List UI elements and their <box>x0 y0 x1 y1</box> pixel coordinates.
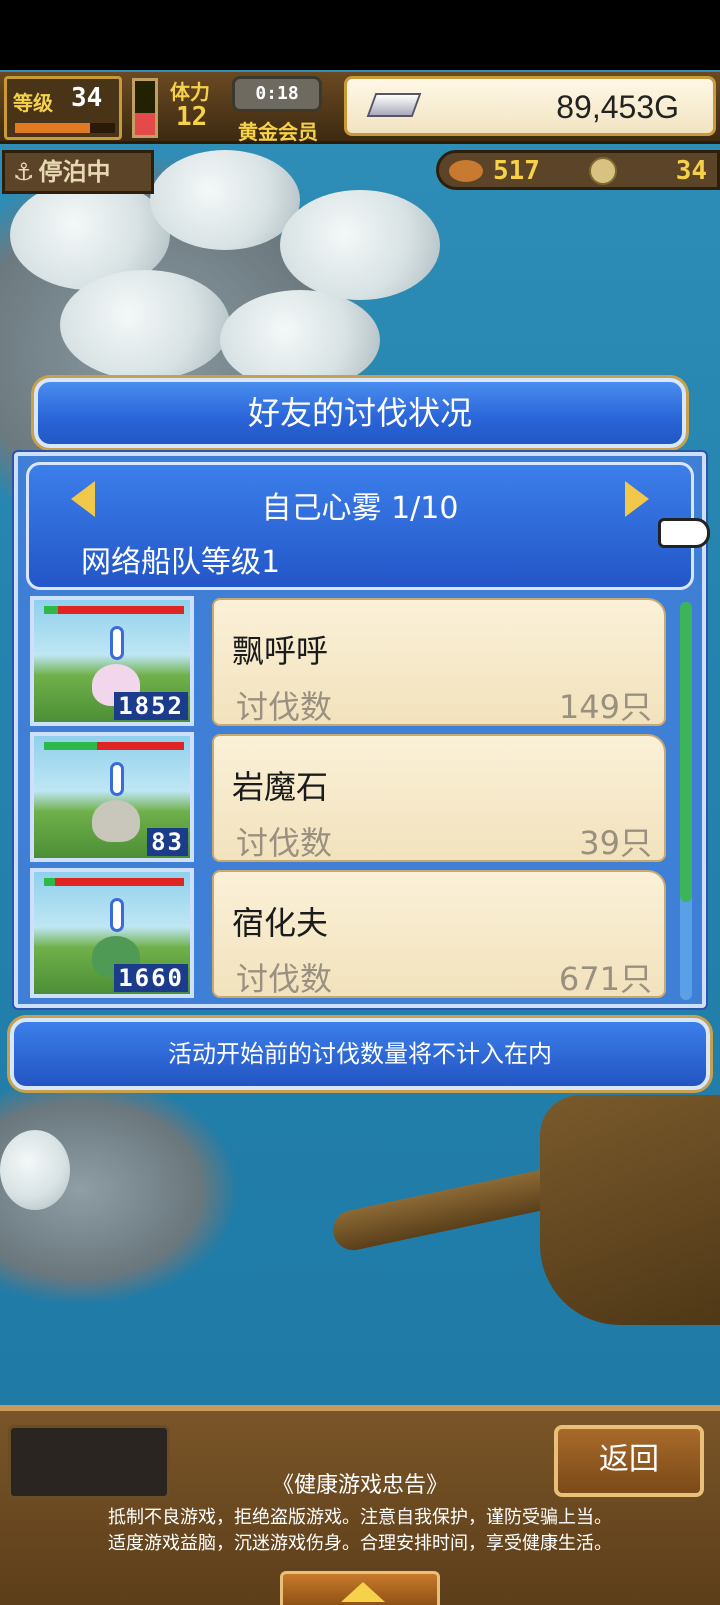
silver-bar-icon <box>366 93 422 117</box>
hand-pointer-icon <box>658 518 710 548</box>
health-advice-line-1: 抵制不良游戏，拒绝盗版游戏。注意自我保护，谨防受骗上当。 <box>108 1507 612 1528</box>
fleet-level: 网络船队等级1 <box>81 545 281 580</box>
health-advice-title: 《健康游戏忠告》 <box>271 1473 448 1498</box>
hunt-count-value: 671只 <box>558 960 652 998</box>
hunt-count-label: 讨伐数 <box>236 824 333 862</box>
hp-green-segment <box>44 742 98 750</box>
monster-name: 岩魔石 <box>232 768 329 806</box>
hunt-count-label: 讨伐数 <box>236 960 333 998</box>
monster-name: 飘呼呼 <box>232 632 329 670</box>
monster-card[interactable]: 岩魔石 讨伐数 39只 <box>212 734 666 862</box>
food-count: 517 <box>493 156 540 186</box>
monster-thumbnail: 83 <box>30 732 194 862</box>
snowy-tree <box>280 190 440 300</box>
coin-count: 34 <box>675 156 707 186</box>
alert-icon <box>110 762 124 796</box>
monster-hp-bar <box>44 878 184 886</box>
snowy-tree <box>60 270 230 380</box>
monster-list[interactable]: 1852 飘呼呼 讨伐数 149只 83 岩魔石 讨伐数 39只 1660 宿化… <box>26 596 674 1000</box>
list-item[interactable]: 1852 飘呼呼 讨伐数 149只 <box>26 596 674 726</box>
monster-thumbnail: 1660 <box>30 868 194 998</box>
friend-hunt-dialog: 自己心雾 1/10 网络船队等级1 1852 飘呼呼 讨伐数 149只 83 岩… <box>14 452 710 1008</box>
monster-card[interactable]: 飘呼呼 讨伐数 149只 <box>212 598 666 726</box>
player-ship[interactable] <box>540 1095 720 1325</box>
coin-icon <box>589 157 617 185</box>
list-scrollbar-thumb[interactable] <box>680 602 692 902</box>
hunt-count-label: 讨伐数 <box>236 688 333 726</box>
level-value: 34 <box>71 83 103 113</box>
zone-header: 自己心雾 1/10 网络船队等级1 <box>26 462 694 590</box>
hunt-count-value: 39只 <box>579 824 652 862</box>
up-arrow-icon <box>341 1582 385 1602</box>
monster-sprite <box>92 800 140 842</box>
monster-level-number: 83 <box>147 828 188 856</box>
monster-name: 宿化夫 <box>232 904 329 942</box>
expand-menu-button[interactable] <box>280 1571 440 1605</box>
level-progress-bar <box>15 123 115 133</box>
resource-bar: 517 34 <box>436 150 720 190</box>
snowy-tree <box>0 1130 70 1210</box>
hp-green-segment <box>44 606 58 614</box>
list-item[interactable]: 83 岩魔石 讨伐数 39只 <box>26 732 674 862</box>
stamina-label: 体力 <box>170 80 210 104</box>
stamina-gauge-fill <box>135 113 155 135</box>
anchor-icon: ⚓ <box>13 158 35 186</box>
monster-hp-bar <box>44 606 184 614</box>
monster-card[interactable]: 宿化夫 讨伐数 671只 <box>212 870 666 998</box>
bottom-panel: 返回 《健康游戏忠告》 抵制不良游戏，拒绝盗版游戏。注意自我保护，谨防受骗上当。… <box>0 1405 720 1605</box>
stamina-value: 12 <box>176 102 208 132</box>
gold-panel[interactable]: 89,453G <box>344 76 716 136</box>
hp-green-segment <box>44 878 56 886</box>
monster-hp-bar <box>44 742 184 750</box>
monster-level-number: 1852 <box>114 692 188 720</box>
top-hud: 等级 34 体力 12 0:18 黄金会员 89,453G <box>0 72 720 144</box>
monster-thumbnail: 1852 <box>30 596 194 726</box>
snowy-tree <box>150 150 300 250</box>
monster-level-number: 1660 <box>114 964 188 992</box>
stamina-gauge <box>132 78 158 138</box>
moor-status[interactable]: ⚓ 停泊中 <box>2 150 154 194</box>
vip-badge[interactable]: 黄金会员 <box>238 116 318 145</box>
list-scrollbar[interactable] <box>680 602 692 1000</box>
snowy-tree <box>220 290 380 390</box>
dialog-title: 好友的讨伐状况 <box>34 378 686 448</box>
list-item[interactable]: 1660 宿化夫 讨伐数 671只 <box>26 868 674 998</box>
level-label: 等级 <box>13 91 53 115</box>
moor-status-label: 停泊中 <box>38 158 111 186</box>
stamina-timer: 0:18 <box>232 76 322 112</box>
hunt-count-value: 149只 <box>558 688 652 726</box>
alert-icon <box>110 626 124 660</box>
alert-icon <box>110 898 124 932</box>
health-advice-line-2: 适度游戏益脑，沉迷游戏伤身。合理安排时间，享受健康生活。 <box>108 1533 612 1554</box>
hp-red-segment <box>97 742 184 750</box>
food-icon <box>449 160 483 182</box>
next-zone-arrow-icon[interactable] <box>625 481 649 517</box>
zone-name: 自己心雾 1/10 <box>261 491 459 526</box>
level-panel[interactable]: 等级 34 <box>4 76 122 140</box>
hp-red-segment <box>55 878 184 886</box>
notice-banner: 活动开始前的讨伐数量将不计入在内 <box>10 1018 710 1090</box>
gold-amount: 89,453G <box>556 89 679 125</box>
hp-red-segment <box>58 606 184 614</box>
level-progress-fill <box>15 123 90 133</box>
